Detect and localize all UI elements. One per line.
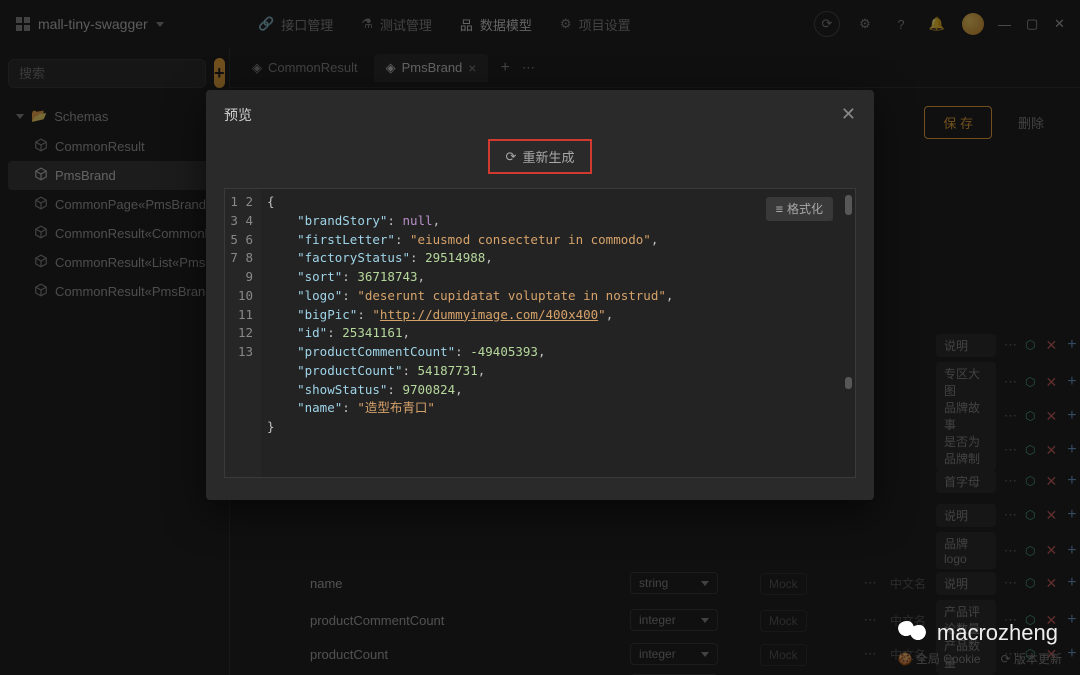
preview-modal: 预览 ✕ ⟳ 重新生成 1 2 3 4 5 6 7 8 9 10 11 12 1…: [206, 90, 874, 500]
format-button[interactable]: ≡ 格式化: [766, 197, 833, 221]
code-content: { "brandStory": null, "firstLetter": "ei…: [261, 189, 855, 477]
watermark: macrozheng: [897, 619, 1058, 647]
scrollbar-thumb[interactable]: [845, 377, 852, 389]
regenerate-button[interactable]: ⟳ 重新生成: [488, 139, 593, 174]
close-icon[interactable]: ✕: [841, 104, 856, 125]
button-label: 格式化: [787, 200, 823, 218]
code-editor[interactable]: 1 2 3 4 5 6 7 8 9 10 11 12 13 { "brandSt…: [224, 188, 856, 478]
refresh-icon: ⟳: [506, 149, 517, 165]
modal-title: 预览: [224, 105, 252, 125]
format-icon: ≡: [776, 200, 783, 218]
line-gutter: 1 2 3 4 5 6 7 8 9 10 11 12 13: [225, 189, 261, 477]
modal-overlay: 预览 ✕ ⟳ 重新生成 1 2 3 4 5 6 7 8 9 10 11 12 1…: [0, 0, 1080, 675]
wechat-icon: [897, 619, 931, 647]
scrollbar-thumb[interactable]: [845, 195, 852, 215]
watermark-text: macrozheng: [937, 620, 1058, 646]
button-label: 重新生成: [522, 147, 574, 166]
